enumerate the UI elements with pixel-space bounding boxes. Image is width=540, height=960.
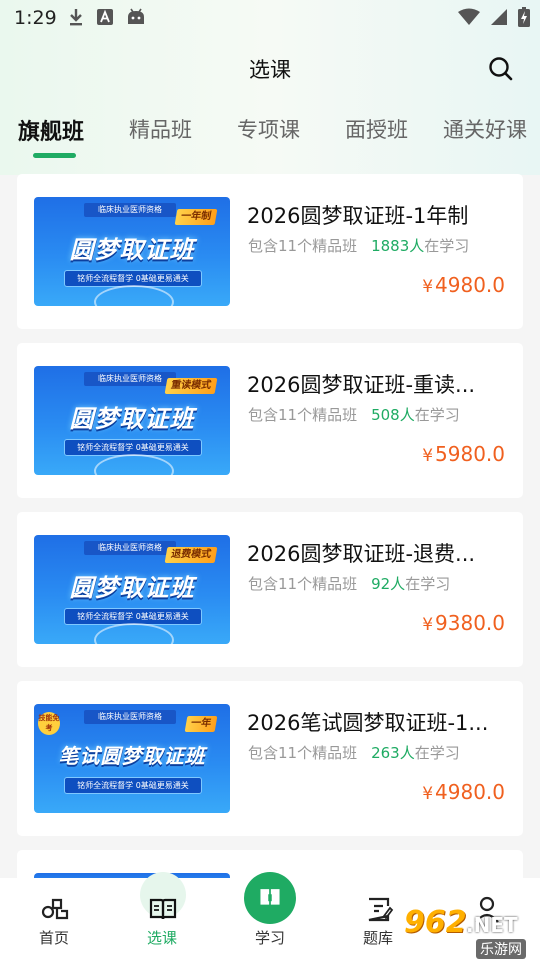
thumbnail-badge: 一年制 [174,209,218,225]
price-value: 9380.0 [435,611,505,635]
thumbnail-header: 临床执业医师资格 [84,541,176,555]
nav-home[interactable]: 首页 [4,878,104,960]
font-app-icon [97,9,113,25]
course-meta: 包含11个精品班 92人在学习 [248,573,450,594]
download-icon [70,9,82,26]
battery-icon [518,7,530,27]
nav-study[interactable]: 学习 [220,872,320,960]
site-watermark: 962 .NET 乐游网 [404,905,540,960]
course-card[interactable]: 临床执业医师资格 重读模式 圆梦取证班 铭师全流程督学 0基础更易通关 2026… [17,343,523,498]
book-icon [149,898,177,920]
nav-label: 选课 [146,929,177,947]
watermark-domain: .NET [466,913,518,937]
course-title: 2026圆梦取证班-1年制 [247,204,469,228]
course-thumbnail: 临床执业医师资格 重读模式 圆梦取证班 铭师全流程督学 0基础更易通关 [34,366,230,475]
currency-symbol: ¥ [422,446,434,466]
learner-suffix: 在学习 [414,406,460,424]
course-card[interactable]: 临床执业医师资格 一年制 圆梦取证班 铭师全流程督学 0基础更易通关 2026圆… [17,174,523,329]
status-notification-icons [68,7,146,27]
course-meta: 包含11个精品班 508人在学习 [248,404,460,425]
learner-suffix: 在学习 [424,237,470,255]
thumbnail-title: 圆梦取证班 [69,574,195,602]
course-meta: 包含11个精品班 1883人在学习 [248,235,469,256]
course-thumbnail: 临床执业医师资格 退费模式 圆梦取证班 铭师全流程督学 0基础更易通关 [34,535,230,644]
learner-count: 263人 [371,744,415,762]
learner-suffix: 在学习 [405,575,451,593]
learner-count: 508人 [371,406,415,424]
active-tab-indicator [33,153,76,158]
question-bank-icon [368,897,394,922]
thumbnail-decoration [94,454,174,475]
tab-flagship[interactable]: 旗舰班 [18,114,84,146]
learner-count: 92人 [371,575,406,593]
course-title: 2026圆梦取证班-退费... [247,542,476,566]
course-includes: 包含11个精品班 [248,575,358,593]
nav-courses[interactable]: 选课 [112,872,212,960]
home-icon [41,898,69,920]
course-includes: 包含11个精品班 [248,406,358,424]
tab-face-to-face[interactable]: 面授班 [345,114,408,144]
tab-premium[interactable]: 精品班 [129,114,192,144]
title-bar: 选课 [0,44,540,92]
thumbnail-title: 圆梦取证班 [69,405,195,433]
course-price: ¥5980.0 [422,442,505,466]
price-value: 4980.0 [435,780,505,804]
course-price: ¥4980.0 [422,780,505,804]
status-bar: 1:29 [0,0,540,36]
course-title: 2026笔试圆梦取证班-1... [247,711,489,735]
thumbnail-header: 临床执业医师资格 [84,372,176,386]
nav-label: 学习 [254,929,285,947]
learner-suffix: 在学习 [414,744,460,762]
course-includes: 包含11个精品班 [248,744,358,762]
thumbnail-decoration [94,623,174,644]
course-thumbnail: 临床执业医师资格 一年制 圆梦取证班 铭师全流程督学 0基础更易通关 [34,197,230,306]
thumbnail-badge: 退费模式 [164,547,218,563]
price-value: 4980.0 [435,273,505,297]
thumbnail-slogan: 铭师全流程督学 0基础更易通关 [64,777,202,794]
signal-icon [491,9,507,25]
thumbnail-badge: 重读模式 [164,378,218,394]
wifi-icon [458,8,480,25]
thumbnail-header: 临床执业医师资格 [84,203,176,217]
search-icon [489,57,513,81]
watermark-number: 962 [404,905,467,940]
tab-pass-courses[interactable]: 通关好课 [443,114,527,144]
tab-special[interactable]: 专项课 [237,114,300,144]
android-icon [128,8,144,24]
currency-symbol: ¥ [422,615,434,635]
search-button[interactable] [486,54,516,84]
course-card[interactable]: 临床执业医师资格 退费模式 圆梦取证班 铭师全流程督学 0基础更易通关 2026… [17,512,523,667]
status-system-icons [458,7,530,27]
thumbnail-header: 临床执业医师资格 [84,710,176,724]
status-time: 1:29 [14,7,57,29]
course-price: ¥4980.0 [422,273,505,297]
course-card[interactable]: 技能免考 临床执业医师资格 一年 笔试圆梦取证班 铭师全流程督学 0基础更易通关… [17,681,523,836]
currency-symbol: ¥ [422,277,434,297]
course-thumbnail: 技能免考 临床执业医师资格 一年 笔试圆梦取证班 铭师全流程督学 0基础更易通关 [34,704,230,813]
price-value: 5980.0 [435,442,505,466]
study-icon [260,889,280,905]
thumbnail-tag: 技能免考 [38,712,60,735]
thumbnail-decoration [94,285,174,306]
thumbnail-badge: 一年 [184,716,218,732]
course-price: ¥9380.0 [422,611,505,635]
learner-count: 1883人 [371,237,425,255]
thumbnail-title: 笔试圆梦取证班 [58,744,206,768]
course-includes: 包含11个精品班 [248,237,358,255]
watermark-site: 乐游网 [476,939,526,959]
course-meta: 包含11个精品班 263人在学习 [248,742,460,763]
currency-symbol: ¥ [422,784,434,804]
nav-label: 首页 [38,929,69,947]
thumbnail-title: 圆梦取证班 [69,236,195,264]
course-title: 2026圆梦取证班-重读... [247,373,476,397]
category-tabs: 旗舰班 精品班 专项课 面授班 通关好课 [0,108,540,164]
page-title: 选课 [249,58,291,82]
